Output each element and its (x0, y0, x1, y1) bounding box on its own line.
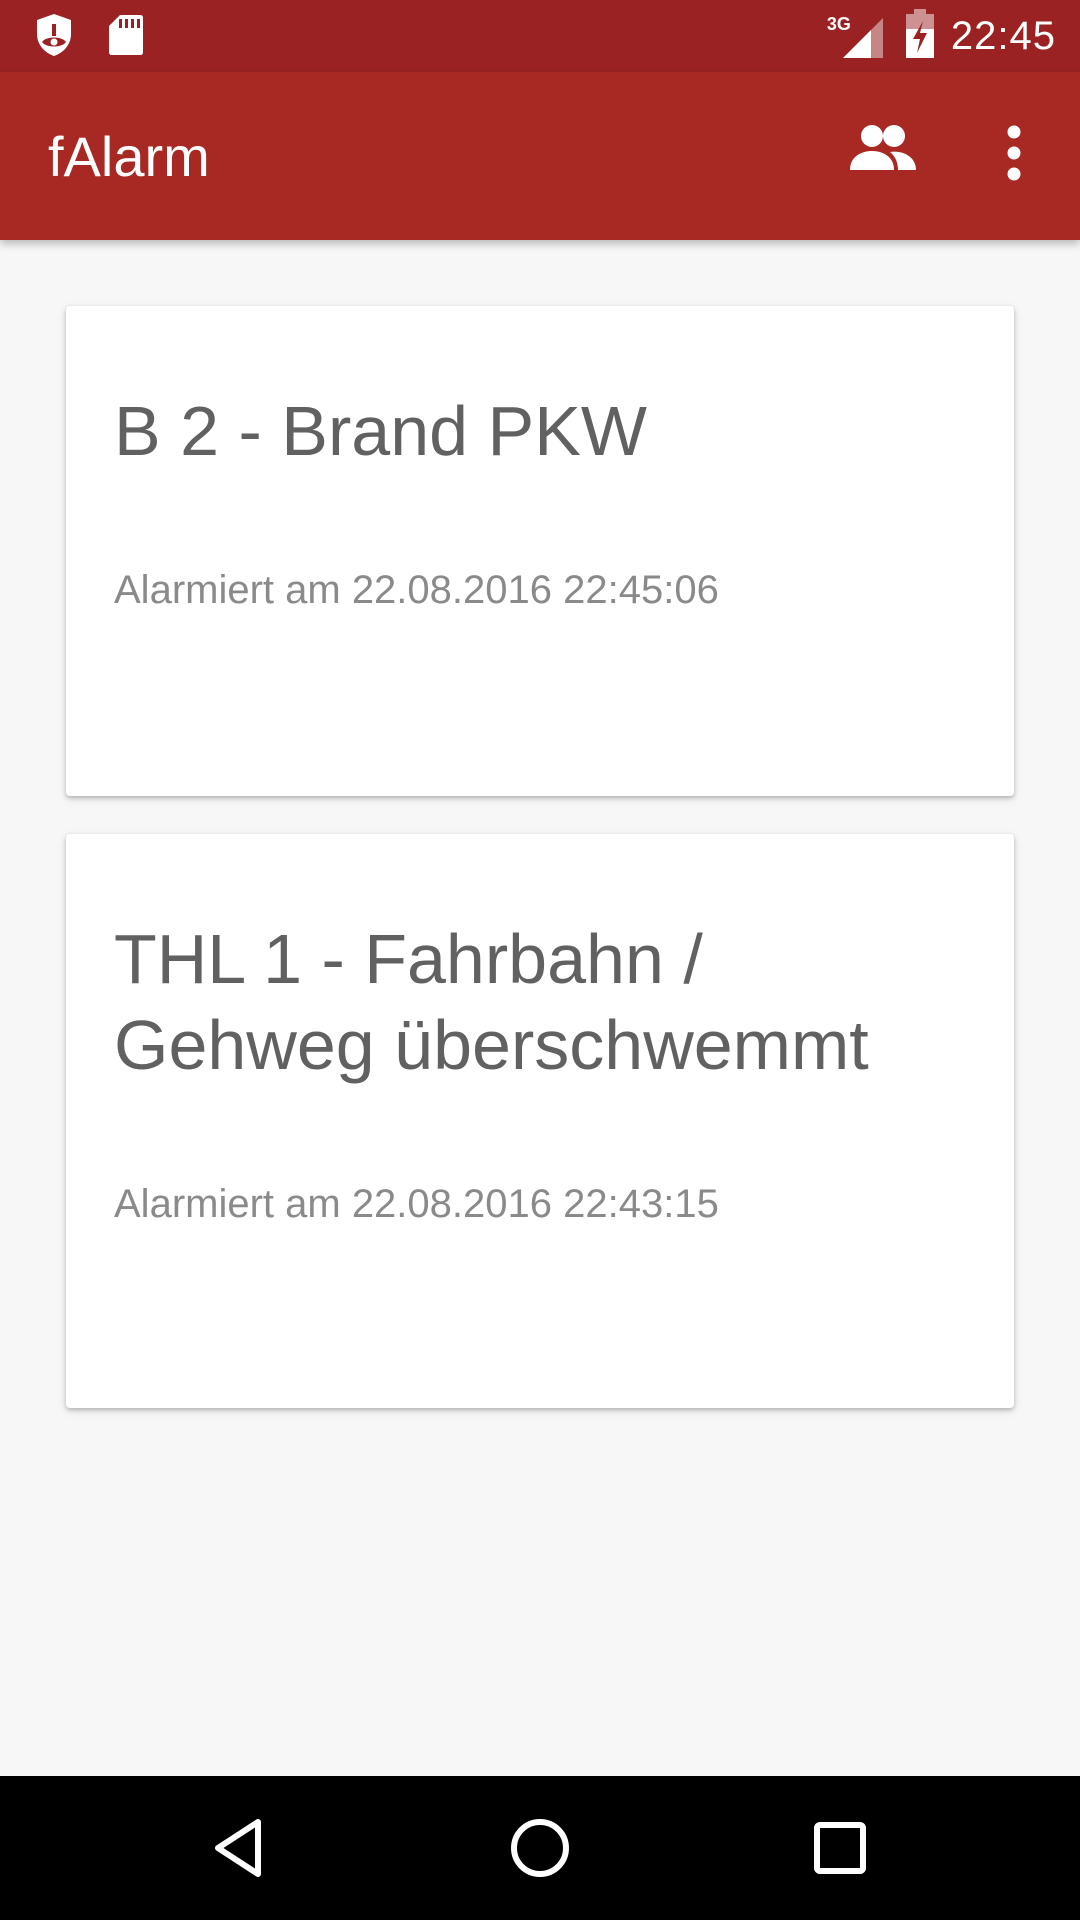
alarm-timestamp: Alarmiert am 22.08.2016 22:45:06 (114, 568, 719, 612)
signal-icon: 3G (827, 12, 889, 60)
status-time: 22:45 (950, 13, 1056, 58)
status-icons-left (34, 12, 144, 63)
alarm-title: THL 1 - Fahrbahn / Gehweg überschwemmt (114, 920, 869, 1084)
back-icon (200, 1819, 280, 1892)
alarm-list: B 2 - Brand PKW Alarmiert am 22.08.2016 … (0, 240, 1080, 1776)
status-icons-right: 3G 22:45 (827, 8, 1056, 64)
app-title: fAlarm (48, 125, 210, 188)
alarm-card[interactable]: B 2 - Brand PKW Alarmiert am 22.08.2016 … (66, 306, 1014, 796)
navigation-bar (0, 1776, 1080, 1920)
alarm-card[interactable]: THL 1 - Fahrbahn / Gehweg überschwemmt A… (66, 834, 1014, 1408)
more-vert-icon (990, 125, 1030, 192)
recents-button[interactable] (800, 1808, 880, 1888)
battery-charging-icon (905, 8, 935, 64)
shield-alert-icon (34, 12, 74, 63)
back-button[interactable] (200, 1808, 280, 1888)
alarm-title: B 2 - Brand PKW (114, 392, 647, 470)
home-button[interactable] (500, 1808, 580, 1888)
people-button[interactable] (848, 122, 928, 182)
home-icon (500, 1819, 580, 1892)
overflow-menu-button[interactable] (990, 118, 1030, 188)
people-icon (848, 125, 918, 176)
screen: 3G 22:45 fAlarm B 2 - Brand PKW Alarmier… (0, 0, 1080, 1920)
sd-card-icon (108, 13, 144, 62)
status-bar: 3G 22:45 (0, 0, 1080, 72)
recents-icon (800, 1822, 880, 1892)
app-bar: fAlarm (0, 72, 1080, 240)
alarm-timestamp: Alarmiert am 22.08.2016 22:43:15 (114, 1182, 719, 1226)
